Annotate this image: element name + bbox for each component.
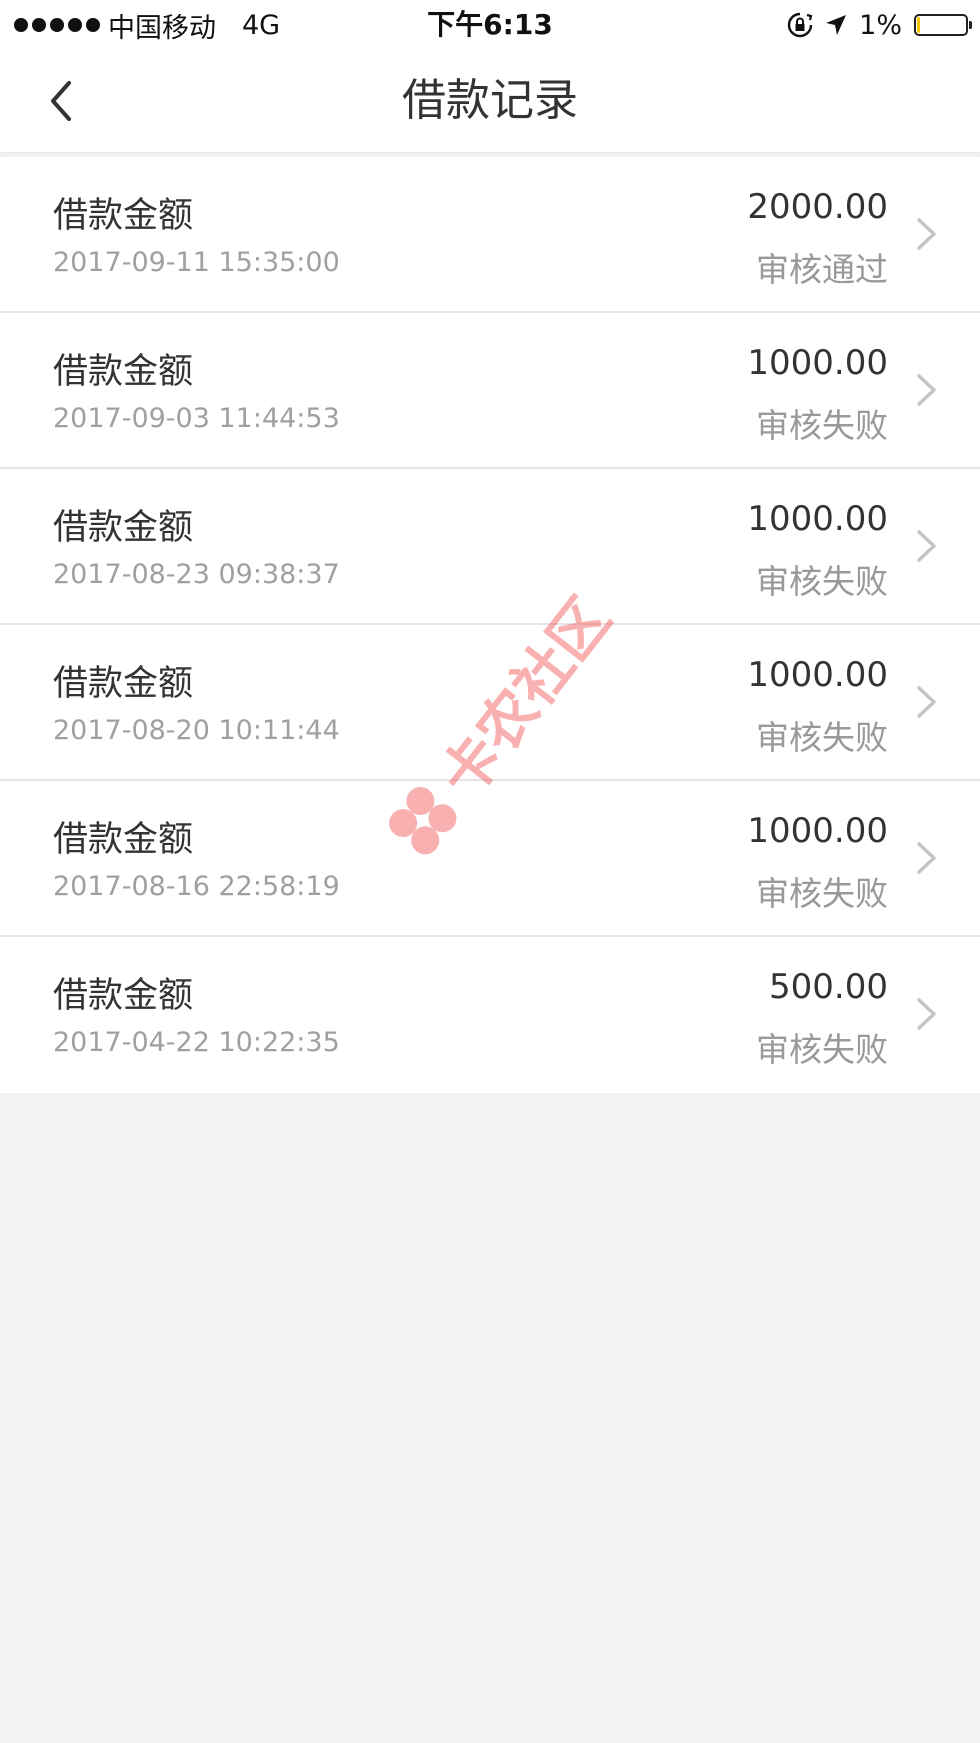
record-time: 2017-08-16 22:58:19 — [53, 871, 340, 902]
record-status: 审核失败 — [756, 718, 888, 757]
record-amount: 2000.00 — [747, 187, 888, 227]
record-label: 借款金额 — [53, 508, 194, 548]
record-time: 2017-09-11 15:35:00 — [53, 247, 340, 278]
chevron-right-icon — [917, 218, 936, 250]
record-label: 借款金额 — [53, 664, 194, 704]
chevron-right-icon — [917, 530, 936, 562]
loan-record-row[interactable]: 借款金额 2017-04-22 10:22:35 500.00 审核失败 — [0, 937, 980, 1093]
record-time: 2017-08-23 09:38:37 — [53, 559, 340, 590]
record-amount: 1000.00 — [747, 811, 888, 851]
chevron-left-icon — [51, 81, 71, 121]
status-bar-right: 1% — [787, 6, 972, 44]
loan-record-row[interactable]: 借款金额 2017-08-23 09:38:37 1000.00 审核失败 — [0, 469, 980, 625]
record-amount: 1000.00 — [747, 499, 888, 539]
nav-bar: 借款记录 — [0, 50, 980, 152]
chevron-right-icon — [917, 842, 936, 874]
loan-record-row[interactable]: 借款金额 2017-09-03 11:44:53 1000.00 审核失败 — [0, 313, 980, 469]
location-arrow-icon — [826, 15, 847, 35]
record-amount: 1000.00 — [747, 655, 888, 695]
record-time: 2017-04-22 10:22:35 — [53, 1027, 340, 1058]
record-label: 借款金额 — [53, 352, 194, 392]
loan-record-list: 借款金额 2017-09-11 15:35:00 2000.00 审核通过 借款… — [0, 157, 980, 1093]
record-status: 审核失败 — [756, 874, 888, 913]
status-bar: 中国移动 4G 下午6:13 1% — [0, 0, 980, 50]
record-amount: 1000.00 — [747, 343, 888, 383]
battery-icon — [914, 14, 972, 36]
record-status: 审核通过 — [756, 250, 888, 289]
battery-percent: 1% — [859, 9, 902, 41]
record-amount: 500.00 — [769, 967, 888, 1007]
record-time: 2017-09-03 11:44:53 — [53, 403, 340, 434]
chevron-right-icon — [917, 374, 936, 406]
battery-level-fill — [917, 17, 920, 33]
record-label: 借款金额 — [53, 820, 194, 860]
loan-record-row[interactable]: 借款金额 2017-09-11 15:35:00 2000.00 审核通过 — [0, 157, 980, 313]
record-label: 借款金额 — [53, 196, 194, 236]
record-status: 审核失败 — [756, 1030, 888, 1069]
chevron-right-icon — [917, 686, 936, 718]
loan-record-row[interactable]: 借款金额 2017-08-20 10:11:44 1000.00 审核失败 — [0, 625, 980, 781]
orientation-lock-icon — [787, 12, 813, 38]
record-label: 借款金额 — [53, 976, 194, 1016]
record-status: 审核失败 — [756, 406, 888, 445]
record-time: 2017-08-20 10:11:44 — [53, 715, 340, 746]
loan-record-row[interactable]: 借款金额 2017-08-16 22:58:19 1000.00 审核失败 — [0, 781, 980, 937]
record-status: 审核失败 — [756, 562, 888, 601]
chevron-right-icon — [917, 998, 936, 1030]
back-button[interactable] — [30, 68, 90, 134]
page-title: 借款记录 — [402, 75, 578, 126]
